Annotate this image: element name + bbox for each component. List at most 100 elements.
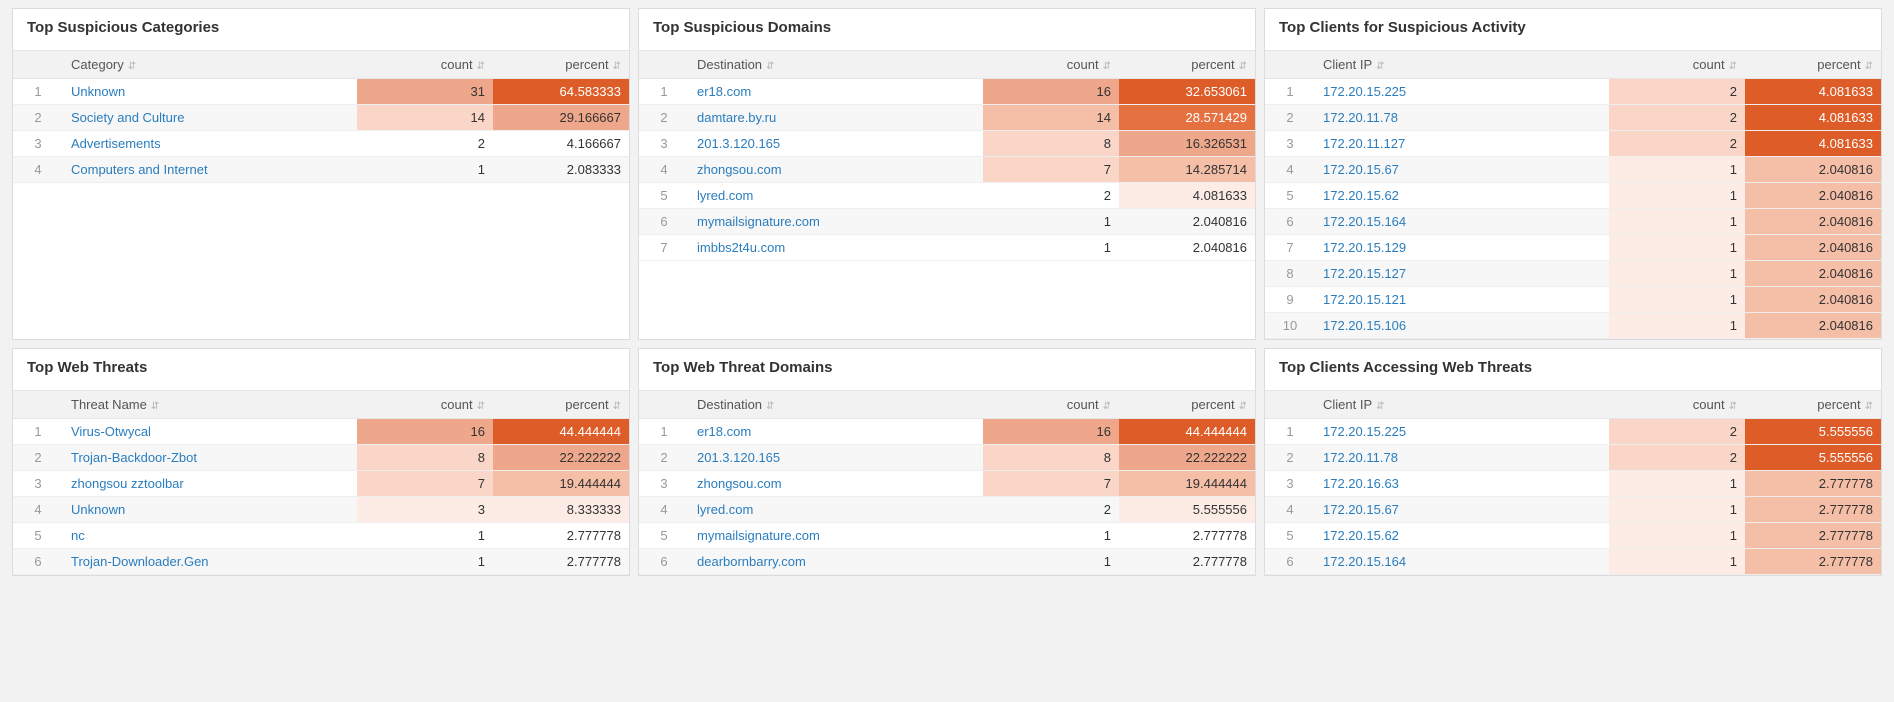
row-link[interactable]: 172.20.15.106 [1323,318,1406,333]
row-link[interactable]: lyred.com [697,502,753,517]
row-link[interactable]: damtare.by.ru [697,110,776,125]
row-index: 5 [639,183,689,209]
col-header[interactable]: Client IP⇵ [1315,51,1609,79]
col-header[interactable]: Destination⇵ [689,391,983,419]
row-label-cell: Unknown [63,497,357,523]
row-link[interactable]: er18.com [697,84,751,99]
col-header[interactable]: Threat Name⇵ [63,391,357,419]
sort-icon[interactable]: ⇵ [1861,61,1873,72]
row-link[interactable]: 172.20.15.225 [1323,84,1406,99]
col-header[interactable]: count⇵ [357,51,493,79]
row-link[interactable]: 172.20.16.63 [1323,476,1399,491]
row-index: 1 [13,419,63,445]
col-header[interactable]: Destination⇵ [689,51,983,79]
row-link[interactable]: Unknown [71,84,125,99]
sort-icon[interactable]: ⇵ [1372,61,1384,72]
col-header[interactable]: percent⇵ [1745,51,1881,79]
row-link[interactable]: Advertisements [71,136,161,151]
row-count: 1 [1609,183,1745,209]
col-header[interactable]: percent⇵ [1745,391,1881,419]
row-link[interactable]: 172.20.15.62 [1323,528,1399,543]
row-link[interactable]: 172.20.15.127 [1323,266,1406,281]
sort-icon[interactable]: ⇵ [1725,401,1737,412]
sort-icon[interactable]: ⇵ [609,401,621,412]
row-link[interactable]: Virus-Otwycal [71,424,151,439]
table-row: 4172.20.15.6712.777778 [1265,497,1881,523]
row-label-cell: 172.20.15.225 [1315,79,1609,105]
row-link[interactable]: 172.20.15.67 [1323,162,1399,177]
row-link[interactable]: 172.20.15.164 [1323,554,1406,569]
table-row: 4Computers and Internet12.083333 [13,157,629,183]
row-link[interactable]: 172.20.15.225 [1323,424,1406,439]
row-link[interactable]: zhongsou zztoolbar [71,476,184,491]
sort-icon[interactable]: ⇵ [473,401,485,412]
row-link[interactable]: 172.20.15.121 [1323,292,1406,307]
row-index: 6 [639,549,689,575]
row-link[interactable]: 172.20.15.62 [1323,188,1399,203]
row-link[interactable]: Unknown [71,502,125,517]
row-link[interactable]: 172.20.15.164 [1323,214,1406,229]
row-link[interactable]: zhongsou.com [697,162,782,177]
sort-icon[interactable]: ⇵ [762,61,774,72]
row-link[interactable]: 172.20.11.78 [1323,450,1398,465]
row-link[interactable]: er18.com [697,424,751,439]
sort-icon[interactable]: ⇵ [1725,61,1737,72]
col-header[interactable] [13,391,63,419]
col-header[interactable] [639,51,689,79]
col-header[interactable]: count⇵ [1609,51,1745,79]
sort-icon[interactable]: ⇵ [124,61,136,72]
row-link[interactable]: imbbs2t4u.com [697,240,785,255]
row-link[interactable]: nc [71,528,85,543]
col-header[interactable]: percent⇵ [493,51,629,79]
sort-icon[interactable]: ⇵ [762,401,774,412]
row-link[interactable]: 172.20.11.78 [1323,110,1398,125]
row-percent: 22.222222 [493,445,629,471]
row-link[interactable]: zhongsou.com [697,476,782,491]
row-percent: 2.777778 [1745,497,1881,523]
panel-clients-suspicious: Top Clients for Suspicious ActivityClien… [1264,8,1882,340]
row-link[interactable]: lyred.com [697,188,753,203]
col-header[interactable]: count⇵ [983,51,1119,79]
col-header[interactable] [639,391,689,419]
col-header[interactable]: count⇵ [983,391,1119,419]
col-header[interactable]: Client IP⇵ [1315,391,1609,419]
row-link[interactable]: 172.20.15.67 [1323,502,1399,517]
row-link[interactable]: 201.3.120.165 [697,136,780,151]
sort-icon[interactable]: ⇵ [609,61,621,72]
sort-icon[interactable]: ⇵ [1099,401,1111,412]
sort-icon[interactable]: ⇵ [1861,401,1873,412]
row-link[interactable]: dearbornbarry.com [697,554,806,569]
col-header[interactable]: count⇵ [357,391,493,419]
row-label-cell: 172.20.15.67 [1315,497,1609,523]
sort-icon[interactable]: ⇵ [473,61,485,72]
row-index: 1 [639,419,689,445]
col-header[interactable] [1265,51,1315,79]
col-header[interactable] [13,51,63,79]
col-header[interactable]: Category⇵ [63,51,357,79]
row-link[interactable]: Trojan-Backdoor-Zbot [71,450,197,465]
row-count: 2 [1609,419,1745,445]
sort-icon[interactable]: ⇵ [1235,61,1247,72]
row-percent: 5.555556 [1119,497,1255,523]
col-header[interactable]: count⇵ [1609,391,1745,419]
row-link[interactable]: mymailsignature.com [697,528,820,543]
col-header[interactable]: percent⇵ [1119,391,1255,419]
row-link[interactable]: mymailsignature.com [697,214,820,229]
col-header[interactable]: percent⇵ [1119,51,1255,79]
row-count: 8 [983,445,1119,471]
row-label-cell: 172.20.16.63 [1315,471,1609,497]
row-link[interactable]: Society and Culture [71,110,184,125]
col-header[interactable]: percent⇵ [493,391,629,419]
sort-icon[interactable]: ⇵ [147,401,159,412]
row-label-cell: lyred.com [689,497,983,523]
sort-icon[interactable]: ⇵ [1235,401,1247,412]
col-header[interactable] [1265,391,1315,419]
row-link[interactable]: 172.20.11.127 [1323,136,1405,151]
row-link[interactable]: Computers and Internet [71,162,208,177]
row-link[interactable]: 172.20.15.129 [1323,240,1406,255]
row-link[interactable]: Trojan-Downloader.Gen [71,554,209,569]
row-link[interactable]: 201.3.120.165 [697,450,780,465]
sort-icon[interactable]: ⇵ [1099,61,1111,72]
col-header-label: count [1067,397,1099,412]
sort-icon[interactable]: ⇵ [1372,401,1384,412]
